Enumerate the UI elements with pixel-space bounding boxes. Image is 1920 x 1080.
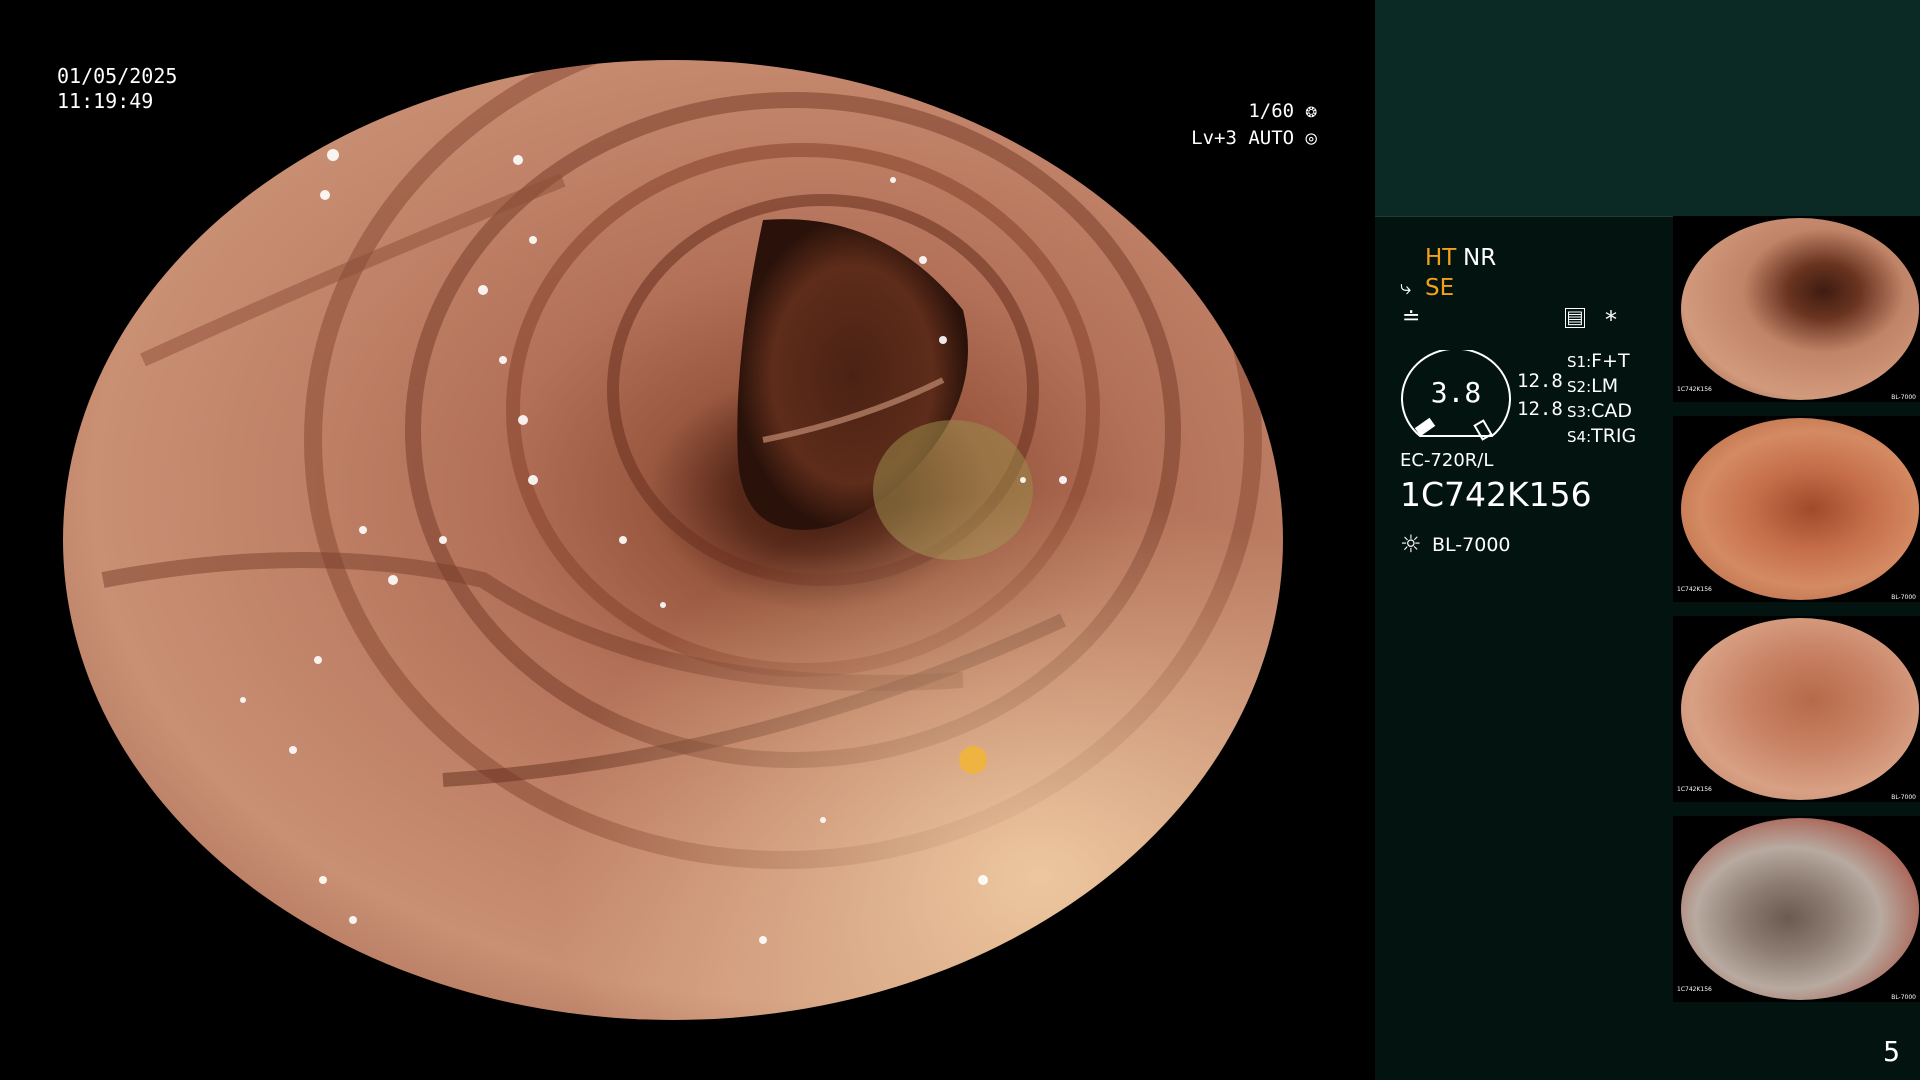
thumbnail-footer: BL-7000 [1891, 794, 1916, 801]
switch-value: CAD [1591, 400, 1633, 422]
gauge-right-value-2: 12.8 [1517, 398, 1563, 420]
record-icon: ▤ [1565, 307, 1585, 328]
level-text: Lv+3 AUTO [1191, 127, 1295, 149]
switch-key: S1: [1567, 353, 1592, 371]
panel-header-area [1375, 0, 1920, 217]
switch-value: LM [1591, 375, 1619, 397]
thumbnail-image [1681, 418, 1919, 600]
switch-item: S4:TRIG [1567, 425, 1636, 450]
page-number: 5 [1883, 1035, 1900, 1068]
asterisk-mark: * [1605, 306, 1617, 334]
captured-thumbnail[interactable]: 1C742K156 BL-7000 [1673, 216, 1920, 402]
shutter-icon: ❂ [1305, 100, 1317, 122]
switch-key: S3: [1567, 403, 1592, 421]
switch-key: S4: [1567, 428, 1592, 446]
time-text: 11:19:49 [57, 89, 154, 113]
switch-item: S1:F+T [1567, 350, 1636, 375]
thumbnail-footer: BL-7000 [1891, 594, 1916, 601]
date-time-overlay: 01/05/2025 11:19:49 [57, 64, 177, 114]
switch-item: S3:CAD [1567, 400, 1636, 425]
thumbnail-image [1681, 818, 1919, 1000]
captured-thumbnail[interactable]: 1C742K156 BL-7000 [1673, 816, 1920, 1002]
captured-thumbnail[interactable]: 1C742K156 BL-7000 [1673, 616, 1920, 802]
switch-value: F+T [1591, 350, 1630, 372]
light-source-icon: ☼ [1400, 530, 1422, 558]
endoscopic-image [63, 60, 1283, 1020]
switch-value: TRIG [1591, 425, 1637, 447]
nr-label: NR [1463, 245, 1497, 271]
endoscope-video-area: 01/05/2025 11:19:49 1/60 ❂ Lv+3 AUTO ◎ [0, 0, 1375, 1080]
ht-label: HT [1425, 245, 1457, 271]
exposure-overlay: 1/60 ❂ Lv+3 AUTO ◎ [1191, 98, 1317, 152]
switch-key: S2: [1567, 378, 1592, 396]
thumbnail-caption: 1C742K156 [1677, 386, 1712, 393]
se-label: SE [1425, 275, 1455, 301]
switch-item: S2:LM [1567, 375, 1636, 400]
info-panel: HT NR ⤷ SE ≐ ▤ * 3.8 12.8 12.8 S1:F+T S2… [1375, 0, 1920, 1080]
date-text: 01/05/2025 [57, 64, 178, 88]
zoom-gauge: 3.8 [1400, 347, 1512, 442]
thumbnail-footer: BL-7000 [1891, 394, 1916, 401]
thumbnail-image [1681, 618, 1919, 800]
thumbnail-caption: 1C742K156 [1677, 586, 1712, 593]
colon-lumen-illustration [63, 60, 1283, 1020]
gauge-right-value-1: 12.8 [1517, 370, 1563, 392]
shutter-row: 1/60 ❂ [1191, 98, 1317, 125]
iris-icon: ◎ [1305, 127, 1317, 149]
structure-enhance-icon: ⤷ [1400, 275, 1412, 299]
switch-list: S1:F+T S2:LM S3:CAD S4:TRIG [1567, 350, 1636, 450]
level-row: Lv+3 AUTO ◎ [1191, 125, 1317, 152]
scope-model: EC-720R/L [1400, 450, 1494, 471]
freeze-icon: ≐ [1402, 305, 1421, 330]
thumbnail-footer: BL-7000 [1891, 994, 1916, 1001]
captured-thumbnail[interactable]: 1C742K156 BL-7000 [1673, 416, 1920, 602]
scope-serial: 1C742K156 [1400, 475, 1592, 514]
thumbnail-caption: 1C742K156 [1677, 986, 1712, 993]
light-source-label: BL-7000 [1432, 534, 1511, 556]
thumbnail-caption: 1C742K156 [1677, 786, 1712, 793]
thumbnail-image [1681, 218, 1919, 400]
shutter-text: 1/60 [1248, 100, 1295, 122]
gauge-value: 3.8 [1430, 376, 1482, 409]
